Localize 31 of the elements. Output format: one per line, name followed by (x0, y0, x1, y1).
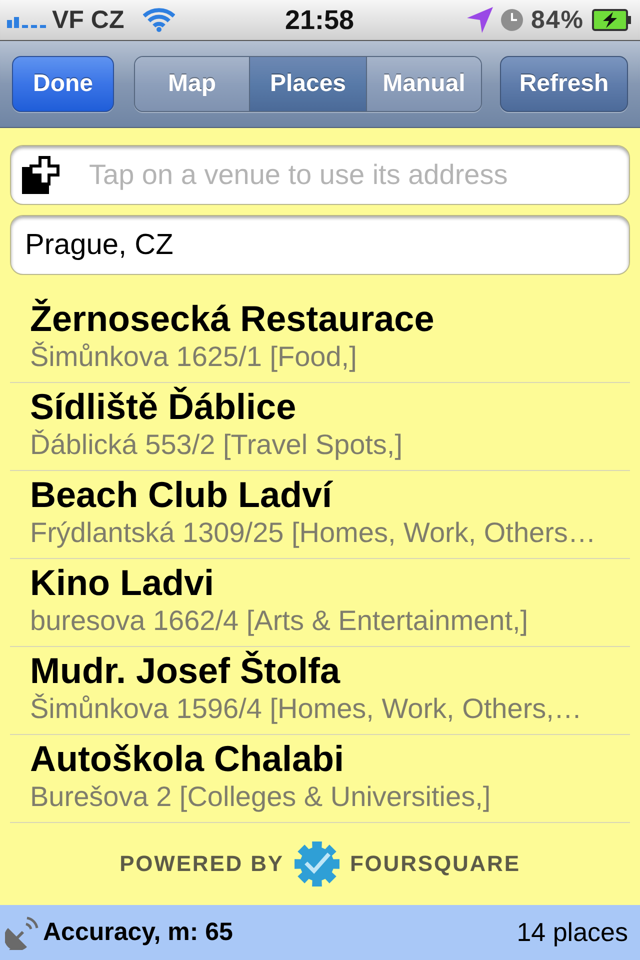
accuracy-text: Accuracy, m: 65 (43, 918, 233, 947)
venue-name[interactable]: Kino Ladvi (30, 563, 214, 603)
done-button[interactable]: Done (12, 56, 114, 112)
venue-name[interactable]: Mudr. Josef Štolfa (30, 651, 340, 691)
venue-address: Šimůnkova 1596/4 [Homes, Work, Others,… (30, 693, 582, 725)
venue-name[interactable]: Žernosecká Restaurace (30, 299, 434, 339)
venue-address: Frýdlantská 1309/25 [Homes, Work, Others… (30, 517, 596, 549)
venue-address: Ďáblická 553/2 [Travel Spots,] (30, 429, 402, 461)
venue-address: Šimůnkova 1625/1 [Food,] (30, 341, 357, 373)
places-count: 14 places (516, 917, 628, 948)
battery-icon (592, 9, 632, 31)
battery-percent: 84% (530, 6, 584, 34)
clock-time: 21:58 (284, 4, 354, 36)
venue-name[interactable]: Autoškola Chalabi (30, 739, 344, 779)
venue-name[interactable]: Sídliště Ďáblice (30, 387, 296, 427)
clock-icon (500, 9, 523, 31)
view-tab[interactable]: Places (249, 57, 366, 111)
venue-address: buresova 1662/4 [Arts & Entertainment,] (30, 605, 528, 637)
refresh-button[interactable]: Refresh (500, 56, 628, 112)
location-field[interactable]: Prague, CZ (10, 215, 630, 275)
powered-by-text: POWERED BY (120, 851, 284, 877)
carrier-name: VF CZ (52, 6, 124, 34)
venue-address-field[interactable]: Tap on a venue to use its address (10, 145, 630, 205)
brand-name: FOURSQUARE (350, 851, 520, 877)
location-arrow-icon (466, 7, 493, 33)
satellite-dish-icon (5, 916, 39, 950)
plus-icon[interactable] (22, 156, 60, 194)
venue-name[interactable]: Beach Club Ladví (30, 475, 332, 515)
venue-address: Burešova 2 [Colleges & Universities,] (30, 781, 491, 813)
wifi-icon (143, 8, 176, 32)
gear-check-icon (294, 841, 340, 887)
